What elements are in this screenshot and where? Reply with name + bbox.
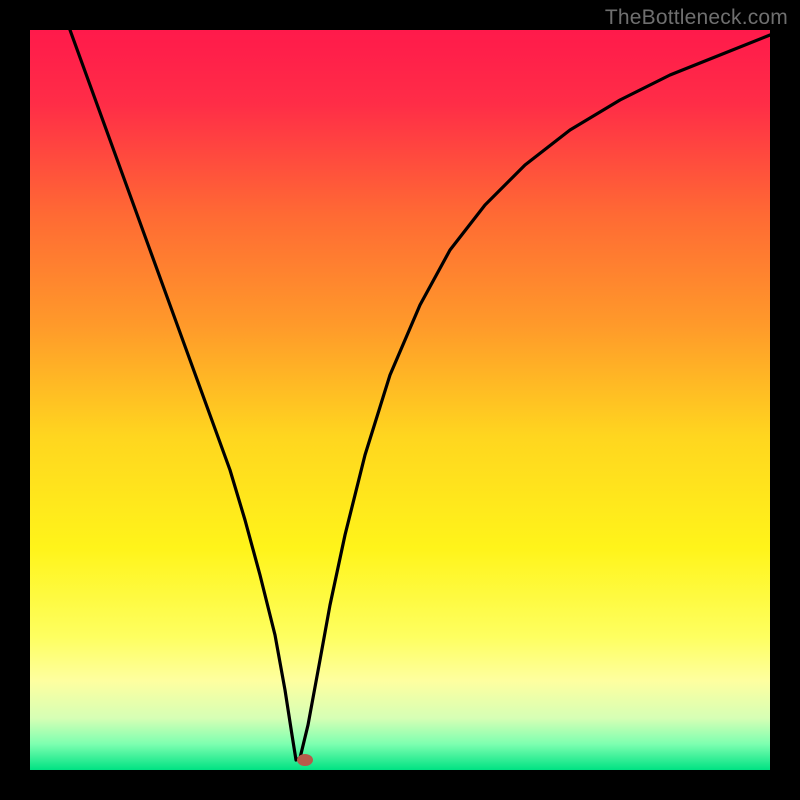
gradient-background (30, 30, 770, 770)
chart-frame: TheBottleneck.com (0, 0, 800, 800)
plot-area (30, 30, 770, 770)
chart-svg (30, 30, 770, 770)
minimum-marker (297, 754, 313, 766)
watermark-text: TheBottleneck.com (605, 6, 788, 30)
